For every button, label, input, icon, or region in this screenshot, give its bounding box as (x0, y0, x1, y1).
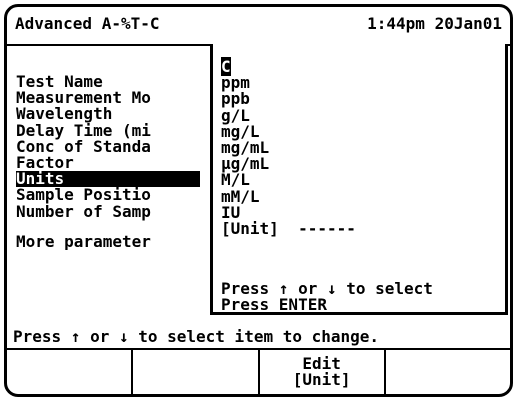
softkey-1[interactable] (7, 350, 134, 394)
more-parameters-item[interactable]: More parameter (16, 233, 200, 250)
unit-option-custom[interactable]: [Unit] ------ (221, 220, 356, 237)
unit-option[interactable]: mM/L (221, 188, 356, 205)
popup-hint-enter: Press ENTER (221, 295, 327, 314)
softkey-2[interactable] (133, 350, 260, 394)
units-option-list: C ppm ppb g/L mg/L mg/mL µg/mL M/L mM/L … (221, 57, 356, 237)
status-line: Press ↑ or ↓ to select item to change. (13, 327, 380, 346)
softkey-4[interactable] (386, 350, 510, 394)
edit-unit-softkey[interactable]: Edit [Unit] (260, 350, 386, 394)
edit-unit-softkey-line2: [Unit] (292, 370, 351, 389)
softkey-bar: Edit [Unit] (7, 350, 510, 394)
instrument-screen: Advanced A-%T-C 1:44pm 20Jan01 Test Name… (4, 4, 513, 397)
units-popup: C ppm ppb g/L mg/L mg/mL µg/mL M/L mM/L … (210, 44, 508, 315)
param-number-of-samples[interactable]: Number of Samp (16, 203, 200, 220)
clock-readout: 1:44pm 20Jan01 (367, 14, 502, 33)
parameter-list: Test Name Measurement Mo Wavelength Dela… (16, 74, 200, 250)
screen-title: Advanced A-%T-C (15, 14, 160, 33)
